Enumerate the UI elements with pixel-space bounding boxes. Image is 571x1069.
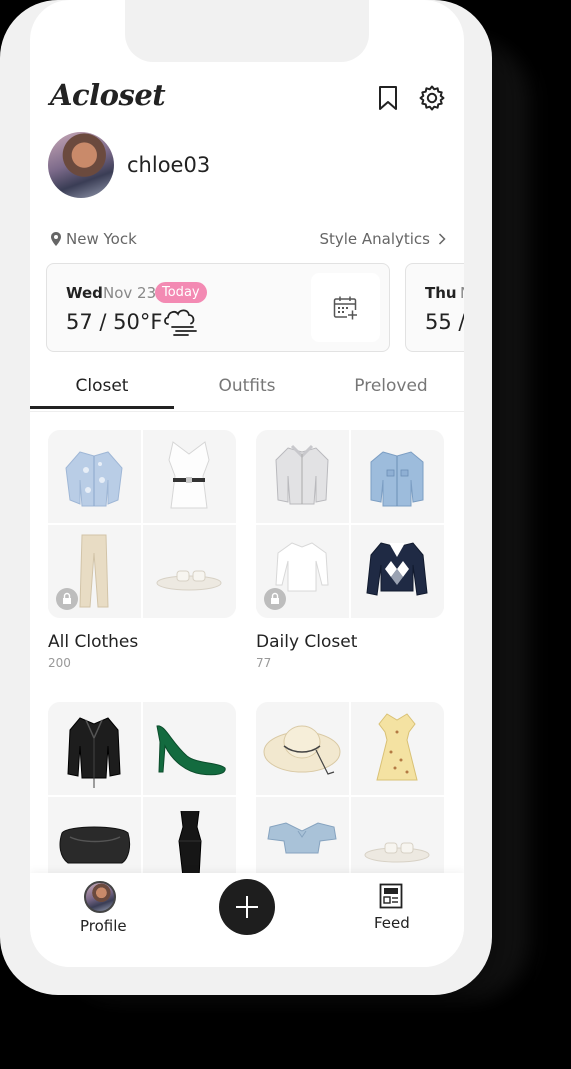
style-analytics-label: Style Analytics <box>319 230 430 248</box>
closet-card-all-clothes[interactable] <box>48 430 236 618</box>
weather-date: Nov 23 <box>103 284 157 302</box>
calendar-add-icon <box>333 295 359 321</box>
lock-icon <box>56 588 78 610</box>
gear-icon[interactable] <box>418 84 446 112</box>
closet-card-3[interactable] <box>48 702 236 890</box>
item-argyle-sweater <box>351 525 444 618</box>
app-logo: Acloset <box>50 78 166 112</box>
closet-count: 77 <box>256 656 272 670</box>
lock-icon <box>264 588 286 610</box>
chevron-right-icon <box>438 233 446 245</box>
weather-temp: 57 / 50°F <box>66 310 163 334</box>
bottom-navigation: Profile Feed <box>30 873 464 967</box>
closet-card-daily-closet[interactable] <box>256 430 444 618</box>
tab-preloved[interactable]: Preloved <box>319 376 463 396</box>
item-white-blouse <box>143 430 236 523</box>
add-button[interactable] <box>219 879 275 935</box>
weather-day: Wed <box>66 284 103 302</box>
phone-frame: Acloset chloe03 New Yock Style Analytics <box>0 0 492 995</box>
item-black-leather-jacket <box>48 702 141 795</box>
item-beige-pants <box>48 525 141 618</box>
weather-date: N <box>460 284 464 302</box>
profile-avatar[interactable] <box>48 132 114 198</box>
plus-icon <box>233 893 261 921</box>
closet-name: All Clothes <box>48 632 139 652</box>
location[interactable]: New Yock <box>50 230 137 248</box>
nav-profile[interactable]: Profile <box>30 873 170 943</box>
grid-divider <box>48 523 236 525</box>
nav-profile-label: Profile <box>80 917 127 935</box>
closet-tabs: Closet Outfits Preloved <box>30 366 464 412</box>
active-tab-indicator <box>30 406 174 409</box>
feed-icon <box>379 883 403 909</box>
item-blue-cardigan <box>48 430 141 523</box>
item-yellow-dress <box>351 702 444 795</box>
item-denim-jacket <box>351 430 444 523</box>
nav-feed-label: Feed <box>374 914 410 932</box>
username: chloe03 <box>127 153 211 177</box>
weather-card-tomorrow[interactable]: Thu N 55 / <box>405 263 464 352</box>
weather-temp: 55 / <box>425 310 464 334</box>
closet-card-4[interactable] <box>256 702 444 890</box>
item-green-heels <box>143 702 236 795</box>
location-pin-icon <box>50 231 62 247</box>
item-white-sandals <box>143 525 236 618</box>
grid-divider <box>256 523 444 525</box>
grid-divider <box>256 795 444 797</box>
bookmark-icon[interactable] <box>374 84 402 112</box>
phone-notch <box>125 0 369 62</box>
tab-closet[interactable]: Closet <box>30 376 174 396</box>
weather-card-today[interactable]: Wed Nov 23 Today 57 / 50°F <box>46 263 390 352</box>
item-white-top <box>256 525 349 618</box>
tab-outfits[interactable]: Outfits <box>175 376 319 396</box>
style-analytics-link[interactable]: Style Analytics <box>319 230 446 248</box>
item-straw-hat <box>256 702 349 795</box>
profile-avatar-small <box>84 881 116 913</box>
item-grey-jacket <box>256 430 349 523</box>
nav-feed[interactable]: Feed <box>350 873 450 943</box>
cloud-wind-icon <box>162 304 198 336</box>
add-to-calendar-button[interactable] <box>311 273 380 342</box>
weather-day: Thu <box>425 284 457 302</box>
closet-name: Daily Closet <box>256 632 358 652</box>
grid-divider <box>48 795 236 797</box>
app-screen: Acloset chloe03 New Yock Style Analytics <box>30 0 464 967</box>
closet-count: 200 <box>48 656 71 670</box>
today-badge: Today <box>155 282 207 303</box>
location-city: New Yock <box>66 230 137 248</box>
